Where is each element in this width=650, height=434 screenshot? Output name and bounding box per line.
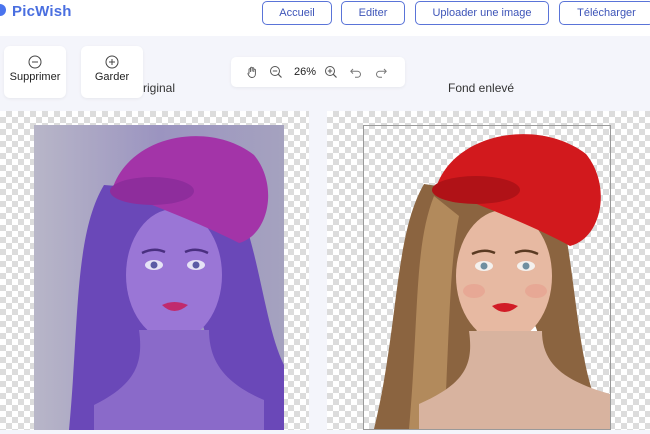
- zoom-level: 26%: [294, 66, 317, 78]
- zoom-toolbar: 26%: [231, 57, 405, 87]
- remove-tool-label: Supprimer: [9, 71, 61, 83]
- original-photo: [34, 125, 284, 430]
- undo-icon[interactable]: [349, 65, 363, 79]
- keep-tool-button[interactable]: Garder: [81, 46, 143, 98]
- nav-editer-button[interactable]: Editer: [341, 1, 405, 25]
- result-panel-label: Fond enlevé: [448, 81, 515, 95]
- brand-name[interactable]: PicWish: [12, 3, 72, 20]
- top-navigation-bar: PicWish Accueil Editer Uploader une imag…: [0, 0, 650, 36]
- hand-icon[interactable]: [245, 65, 259, 79]
- remove-tool-button[interactable]: Supprimer: [4, 46, 66, 98]
- picwish-logo-icon: [0, 4, 6, 16]
- redo-icon[interactable]: [374, 65, 388, 79]
- plus-circle-icon: [105, 55, 119, 69]
- zoom-in-icon[interactable]: [324, 65, 338, 79]
- minus-circle-icon: [28, 55, 42, 69]
- keep-tool-label: Garder: [94, 71, 130, 83]
- nav-accueil-button[interactable]: Accueil: [262, 1, 332, 25]
- upload-image-button[interactable]: Uploader une image: [415, 1, 549, 25]
- result-portrait-image: [374, 134, 610, 429]
- download-button[interactable]: Télécharger: [559, 1, 650, 25]
- original-panel-label: riginal: [143, 81, 176, 95]
- original-portrait-image: [34, 125, 284, 430]
- zoom-out-icon[interactable]: [269, 65, 283, 79]
- result-image-frame: [363, 125, 611, 430]
